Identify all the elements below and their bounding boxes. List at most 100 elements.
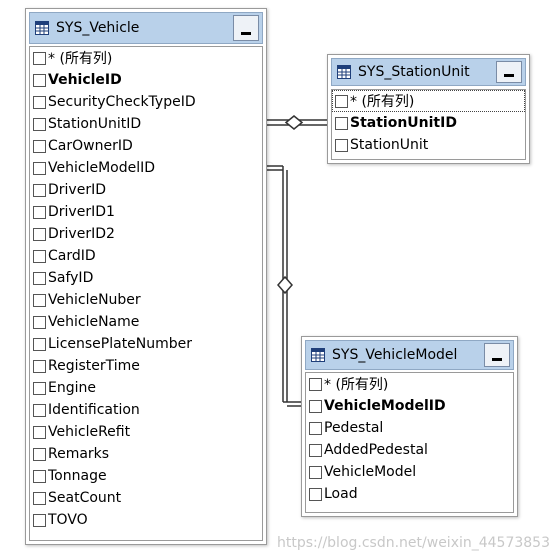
column-row[interactable]: Remarks xyxy=(30,443,262,465)
checkbox-icon[interactable] xyxy=(309,421,322,435)
column-row[interactable]: Identification xyxy=(30,399,262,421)
checkbox-icon[interactable] xyxy=(33,315,46,329)
column-label: Remarks xyxy=(48,446,110,462)
checkbox-icon[interactable] xyxy=(33,227,46,241)
checkbox-icon[interactable] xyxy=(33,469,46,483)
column-row[interactable]: VehicleRefit xyxy=(30,421,262,443)
checkbox-icon[interactable] xyxy=(33,205,46,219)
column-row[interactable]: StationUnit xyxy=(332,134,525,156)
minimize-icon xyxy=(241,32,251,35)
column-row[interactable]: DriverID1 xyxy=(30,201,262,223)
checkbox-icon[interactable] xyxy=(33,293,46,307)
minimize-button[interactable] xyxy=(484,343,510,367)
column-label: StationUnitID xyxy=(48,116,142,132)
table-sys-vehiclemodel[interactable]: SYS_VehicleModel * (所有列) VehicleModelID Pe… xyxy=(301,336,518,517)
checkbox-icon[interactable] xyxy=(309,465,322,479)
column-row[interactable]: * (所有列) xyxy=(332,90,525,112)
column-row[interactable]: DriverID xyxy=(30,179,262,201)
column-row[interactable]: * (所有列) xyxy=(306,373,513,395)
column-label: VehicleName xyxy=(48,314,140,330)
column-row[interactable]: TOVO xyxy=(30,509,262,531)
checkbox-icon[interactable] xyxy=(33,359,46,373)
column-label: DriverID1 xyxy=(48,204,115,220)
column-row[interactable]: Tonnage xyxy=(30,465,262,487)
column-label: Load xyxy=(324,486,358,502)
column-label: CardID xyxy=(48,248,96,264)
column-row[interactable]: Load xyxy=(306,483,513,505)
checkbox-icon[interactable] xyxy=(33,447,46,461)
minimize-button[interactable] xyxy=(233,15,259,41)
relationship-vehicle-stationunit[interactable] xyxy=(267,115,332,130)
checkbox-icon[interactable] xyxy=(33,381,46,395)
column-row[interactable]: Engine xyxy=(30,377,262,399)
table-title-bar[interactable]: SYS_StationUnit xyxy=(331,58,526,86)
column-row[interactable]: LicensePlateNumber xyxy=(30,333,262,355)
table-title: SYS_Vehicle xyxy=(56,20,140,36)
column-row[interactable]: SafyID xyxy=(30,267,262,289)
checkbox-icon[interactable] xyxy=(335,94,348,108)
column-row[interactable]: Pedestal xyxy=(306,417,513,439)
column-row[interactable]: SeatCount xyxy=(30,487,262,509)
column-row[interactable]: VehicleModelID xyxy=(306,395,513,417)
relationship-vehicle-vehiclemodel[interactable] xyxy=(267,165,303,407)
checkbox-icon[interactable] xyxy=(33,73,46,87)
table-title-bar[interactable]: SYS_VehicleModel xyxy=(305,340,514,370)
checkbox-icon[interactable] xyxy=(309,377,322,391)
column-row[interactable]: StationUnitID xyxy=(332,112,525,134)
minimize-icon xyxy=(492,358,502,361)
column-row[interactable]: VehicleName xyxy=(30,311,262,333)
column-list[interactable]: * (所有列) VehicleID SecurityCheckTypeID Stati… xyxy=(29,46,263,541)
checkbox-icon[interactable] xyxy=(33,513,46,527)
column-label: DriverID2 xyxy=(48,226,115,242)
table-sys-stationunit[interactable]: SYS_StationUnit * (所有列) StationUnitID Stat… xyxy=(327,54,530,164)
column-label: VehicleModelID xyxy=(324,398,446,414)
checkbox-icon[interactable] xyxy=(33,271,46,285)
column-row[interactable]: CarOwnerID xyxy=(30,135,262,157)
column-row[interactable]: VehicleModel xyxy=(306,461,513,483)
minimize-button[interactable] xyxy=(496,61,522,83)
checkbox-icon[interactable] xyxy=(33,139,46,153)
checkbox-icon[interactable] xyxy=(33,51,46,65)
column-row[interactable]: VehicleModelID xyxy=(30,157,262,179)
column-label: * (所有列) xyxy=(324,377,389,393)
checkbox-icon[interactable] xyxy=(309,443,322,457)
checkbox-icon[interactable] xyxy=(335,116,348,130)
column-row[interactable]: CardID xyxy=(30,245,262,267)
checkbox-icon[interactable] xyxy=(33,403,46,417)
checkbox-icon[interactable] xyxy=(33,161,46,175)
column-label: SecurityCheckTypeID xyxy=(48,94,196,110)
checkbox-icon[interactable] xyxy=(309,487,322,501)
column-row[interactable]: VehicleID xyxy=(30,69,262,91)
column-label: StationUnitID xyxy=(350,115,457,131)
checkbox-icon[interactable] xyxy=(309,399,322,413)
table-title: SYS_VehicleModel xyxy=(332,347,458,363)
table-sys-vehicle[interactable]: SYS_Vehicle * (所有列) VehicleID SecurityChec… xyxy=(25,8,267,545)
column-label: Identification xyxy=(48,402,140,418)
column-row[interactable]: DriverID2 xyxy=(30,223,262,245)
checkbox-icon[interactable] xyxy=(33,425,46,439)
column-row[interactable]: * (所有列) xyxy=(30,47,262,69)
column-row[interactable]: VehicleNuber xyxy=(30,289,262,311)
column-row[interactable]: SecurityCheckTypeID xyxy=(30,91,262,113)
relationship-diamond-icon xyxy=(284,115,304,130)
checkbox-icon[interactable] xyxy=(33,491,46,505)
checkbox-icon[interactable] xyxy=(33,95,46,109)
checkbox-icon[interactable] xyxy=(33,183,46,197)
column-label: Engine xyxy=(48,380,96,396)
column-label: VehicleModelID xyxy=(48,160,156,176)
column-label: VehicleNuber xyxy=(48,292,141,308)
table-title-bar[interactable]: SYS_Vehicle xyxy=(29,12,263,44)
column-label: CarOwnerID xyxy=(48,138,133,154)
column-row[interactable]: AddedPedestal xyxy=(306,439,513,461)
column-list[interactable]: * (所有列) VehicleModelID Pedestal AddedPedest… xyxy=(305,372,514,513)
column-label: SafyID xyxy=(48,270,94,286)
column-row[interactable]: RegisterTime xyxy=(30,355,262,377)
checkbox-icon[interactable] xyxy=(33,249,46,263)
checkbox-icon[interactable] xyxy=(33,117,46,131)
column-list[interactable]: * (所有列) StationUnitID StationUnit xyxy=(331,89,526,160)
column-label: VehicleID xyxy=(48,72,122,88)
minimize-icon xyxy=(504,74,514,77)
checkbox-icon[interactable] xyxy=(33,337,46,351)
checkbox-icon[interactable] xyxy=(335,138,348,152)
column-row[interactable]: StationUnitID xyxy=(30,113,262,135)
